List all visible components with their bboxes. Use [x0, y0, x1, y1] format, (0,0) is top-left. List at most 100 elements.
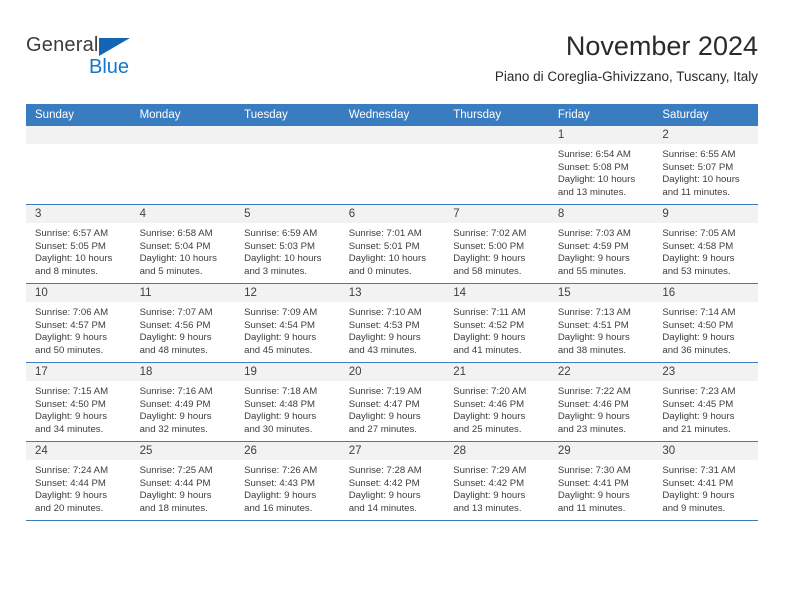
- calendar-day-cell[interactable]: 18 Sunrise: 7:16 AM Sunset: 4:49 PM Dayligh…: [130, 362, 236, 442]
- calendar-day-cell[interactable]: 20 Sunrise: 7:19 AM Sunset: 4:47 PM Dayligh…: [339, 362, 445, 442]
- daylight-text-line1: Daylight: 10 hours: [139, 253, 217, 265]
- day-number: 18: [130, 363, 236, 381]
- calendar-day-cell[interactable]: 6 Sunrise: 7:01 AM Sunset: 5:01 PM Daylight…: [339, 204, 445, 284]
- calendar-day-cell[interactable]: 17 Sunrise: 7:15 AM Sunset: 4:50 PM Dayligh…: [26, 362, 131, 442]
- daylight-text-line1: Daylight: 9 hours: [139, 490, 212, 502]
- day-details: Sunrise: 7:05 AM Sunset: 4:58 PM Daylight:…: [653, 223, 758, 278]
- calendar-week-row: 17 Sunrise: 7:15 AM Sunset: 4:50 PM Dayligh…: [26, 362, 758, 442]
- calendar-day-cell[interactable]: 30 Sunrise: 7:31 AM Sunset: 4:41 PM Dayligh…: [653, 441, 758, 521]
- page-subtitle: Piano di Coreglia-Ghivizzano, Tuscany, I…: [494, 69, 758, 84]
- sunrise-text: Sunrise: 7:26 AM: [244, 465, 318, 476]
- daylight-text-line1: Daylight: 9 hours: [139, 332, 212, 344]
- calendar-day-cell[interactable]: 19 Sunrise: 7:18 AM Sunset: 4:48 PM Dayligh…: [235, 362, 340, 442]
- sunset-text: Sunset: 5:00 PM: [453, 240, 525, 252]
- calendar-day-cell[interactable]: 8 Sunrise: 7:03 AM Sunset: 4:59 PM Daylight…: [548, 204, 654, 284]
- calendar-day-cell[interactable]: 7 Sunrise: 7:02 AM Sunset: 5:00 PM Daylight…: [444, 204, 549, 284]
- sunrise-text: Sunrise: 7:20 AM: [453, 386, 527, 397]
- sunrise-text: Sunrise: 7:30 AM: [557, 465, 631, 476]
- day-details: Sunrise: 7:22 AM Sunset: 4:46 PM Daylight:…: [549, 381, 654, 436]
- sunset-text: Sunset: 5:03 PM: [244, 240, 316, 252]
- page-title: November 2024: [565, 31, 758, 61]
- day-number: 1: [548, 126, 654, 144]
- calendar-day-cell[interactable]: 24 Sunrise: 7:24 AM Sunset: 4:44 PM Dayligh…: [26, 441, 131, 521]
- sunset-text: Sunset: 4:43 PM: [244, 477, 316, 489]
- calendar-cell-empty: [26, 126, 131, 205]
- sunset-text: Sunset: 5:07 PM: [662, 161, 734, 173]
- calendar-day-cell[interactable]: 23 Sunrise: 7:23 AM Sunset: 4:45 PM Dayligh…: [653, 362, 758, 442]
- day-number: 14: [444, 284, 549, 302]
- page-header: General Blue November 2024 Piano di Core…: [26, 30, 758, 92]
- calendar-week-row: 3 Sunrise: 6:57 AM Sunset: 5:05 PM Daylight…: [26, 204, 758, 284]
- calendar-day-cell[interactable]: 12 Sunrise: 7:09 AM Sunset: 4:54 PM Dayligh…: [235, 283, 340, 363]
- calendar-day-cell[interactable]: 26 Sunrise: 7:26 AM Sunset: 4:43 PM Dayligh…: [235, 441, 340, 521]
- logo-text-blue: Blue: [89, 56, 130, 78]
- day-details: Sunrise: 7:06 AM Sunset: 4:57 PM Daylight:…: [26, 302, 131, 357]
- sunrise-text: Sunrise: 7:25 AM: [139, 465, 213, 476]
- day-number: 23: [653, 363, 758, 381]
- daylight-text-line2: and 34 minutes.: [35, 423, 104, 435]
- day-details: Sunrise: 6:59 AM Sunset: 5:03 PM Daylight:…: [235, 223, 340, 278]
- calendar-day-cell[interactable]: 1 Sunrise: 6:54 AM Sunset: 5:08 PM Daylight…: [548, 126, 654, 205]
- sunset-text: Sunset: 4:57 PM: [35, 319, 106, 331]
- sunrise-text: Sunrise: 7:01 AM: [348, 228, 422, 239]
- calendar-day-cell[interactable]: 25 Sunrise: 7:25 AM Sunset: 4:44 PM Dayligh…: [130, 441, 236, 521]
- sunrise-text: Sunrise: 7:07 AM: [139, 307, 213, 318]
- day-number: [235, 126, 340, 144]
- daylight-text-line2: and 18 minutes.: [139, 502, 208, 514]
- calendar-day-cell[interactable]: 14 Sunrise: 7:11 AM Sunset: 4:52 PM Dayligh…: [444, 283, 549, 363]
- calendar-day-cell[interactable]: 28 Sunrise: 7:29 AM Sunset: 4:42 PM Dayligh…: [444, 441, 549, 521]
- sunset-text: Sunset: 4:52 PM: [453, 319, 525, 331]
- calendar-grid: Sunday Monday Tuesday Wednesday Thursday…: [26, 104, 758, 521]
- sunrise-text: Sunrise: 6:54 AM: [557, 149, 631, 160]
- day-number: 12: [235, 284, 340, 302]
- daylight-text-line2: and 16 minutes.: [244, 502, 313, 514]
- calendar-day-cell[interactable]: 3 Sunrise: 6:57 AM Sunset: 5:05 PM Daylight…: [26, 204, 131, 284]
- day-details: Sunrise: 7:13 AM Sunset: 4:51 PM Daylight:…: [549, 302, 654, 357]
- calendar-day-cell[interactable]: 15 Sunrise: 7:13 AM Sunset: 4:51 PM Dayligh…: [548, 283, 654, 363]
- calendar-day-cell[interactable]: 16 Sunrise: 7:14 AM Sunset: 4:50 PM Dayligh…: [653, 283, 758, 363]
- calendar-day-cell[interactable]: 10 Sunrise: 7:06 AM Sunset: 4:57 PM Dayligh…: [26, 283, 131, 363]
- sunset-text: Sunset: 4:42 PM: [453, 477, 525, 489]
- day-details: Sunrise: 7:11 AM Sunset: 4:52 PM Daylight:…: [444, 302, 549, 357]
- day-number: [130, 126, 236, 144]
- daylight-text-line1: Daylight: 10 hours: [244, 253, 322, 265]
- sunrise-text: Sunrise: 6:55 AM: [662, 149, 736, 160]
- daylight-text-line2: and 14 minutes.: [348, 502, 417, 514]
- day-details: Sunrise: 7:29 AM Sunset: 4:42 PM Daylight:…: [444, 460, 549, 515]
- calendar-day-cell[interactable]: 4 Sunrise: 6:58 AM Sunset: 5:04 PM Daylight…: [130, 204, 236, 284]
- daylight-text-line2: and 36 minutes.: [662, 344, 731, 356]
- sunrise-text: Sunrise: 7:06 AM: [35, 307, 109, 318]
- day-number: 2: [653, 126, 758, 144]
- day-number: 21: [444, 363, 549, 381]
- calendar-cell-empty: [235, 126, 340, 205]
- calendar-week-row: 1 Sunrise: 6:54 AM Sunset: 5:08 PM Daylight…: [26, 126, 758, 205]
- weekday-header-monday: Monday: [130, 104, 236, 126]
- sunrise-text: Sunrise: 7:19 AM: [348, 386, 422, 397]
- calendar-day-cell[interactable]: 9 Sunrise: 7:05 AM Sunset: 4:58 PM Daylight…: [653, 204, 758, 284]
- daylight-text-line2: and 21 minutes.: [662, 423, 731, 435]
- day-details: Sunrise: 7:25 AM Sunset: 4:44 PM Daylight:…: [131, 460, 236, 515]
- sunset-text: Sunset: 4:50 PM: [662, 319, 734, 331]
- day-number: 9: [653, 205, 758, 223]
- day-details: Sunrise: 7:02 AM Sunset: 5:00 PM Daylight:…: [444, 223, 549, 278]
- sunrise-text: Sunrise: 6:58 AM: [139, 228, 213, 239]
- weekday-header-thursday: Thursday: [444, 104, 549, 126]
- calendar-day-cell[interactable]: 13 Sunrise: 7:10 AM Sunset: 4:53 PM Dayligh…: [339, 283, 445, 363]
- calendar-day-cell[interactable]: 21 Sunrise: 7:20 AM Sunset: 4:46 PM Dayligh…: [444, 362, 549, 442]
- daylight-text-line2: and 0 minutes.: [348, 265, 412, 277]
- daylight-text-line2: and 43 minutes.: [348, 344, 417, 356]
- calendar-day-cell[interactable]: 27 Sunrise: 7:28 AM Sunset: 4:42 PM Dayligh…: [339, 441, 445, 521]
- general-blue-logo[interactable]: General Blue: [26, 34, 146, 84]
- calendar-day-cell[interactable]: 11 Sunrise: 7:07 AM Sunset: 4:56 PM Dayligh…: [130, 283, 236, 363]
- sunrise-text: Sunrise: 7:29 AM: [453, 465, 527, 476]
- calendar-week-row: 10 Sunrise: 7:06 AM Sunset: 4:57 PM Dayligh…: [26, 283, 758, 363]
- calendar-day-cell[interactable]: 5 Sunrise: 6:59 AM Sunset: 5:03 PM Daylight…: [235, 204, 340, 284]
- calendar-day-cell[interactable]: 2 Sunrise: 6:55 AM Sunset: 5:07 PM Daylight…: [653, 126, 758, 205]
- sunset-text: Sunset: 4:54 PM: [244, 319, 316, 331]
- day-number: 4: [130, 205, 236, 223]
- calendar-day-cell[interactable]: 29 Sunrise: 7:30 AM Sunset: 4:41 PM Dayligh…: [548, 441, 654, 521]
- calendar-header-row: Sunday Monday Tuesday Wednesday Thursday…: [26, 104, 758, 126]
- sunset-text: Sunset: 4:56 PM: [139, 319, 211, 331]
- calendar-day-cell[interactable]: 22 Sunrise: 7:22 AM Sunset: 4:46 PM Dayligh…: [548, 362, 654, 442]
- daylight-text-line1: Daylight: 9 hours: [453, 332, 526, 344]
